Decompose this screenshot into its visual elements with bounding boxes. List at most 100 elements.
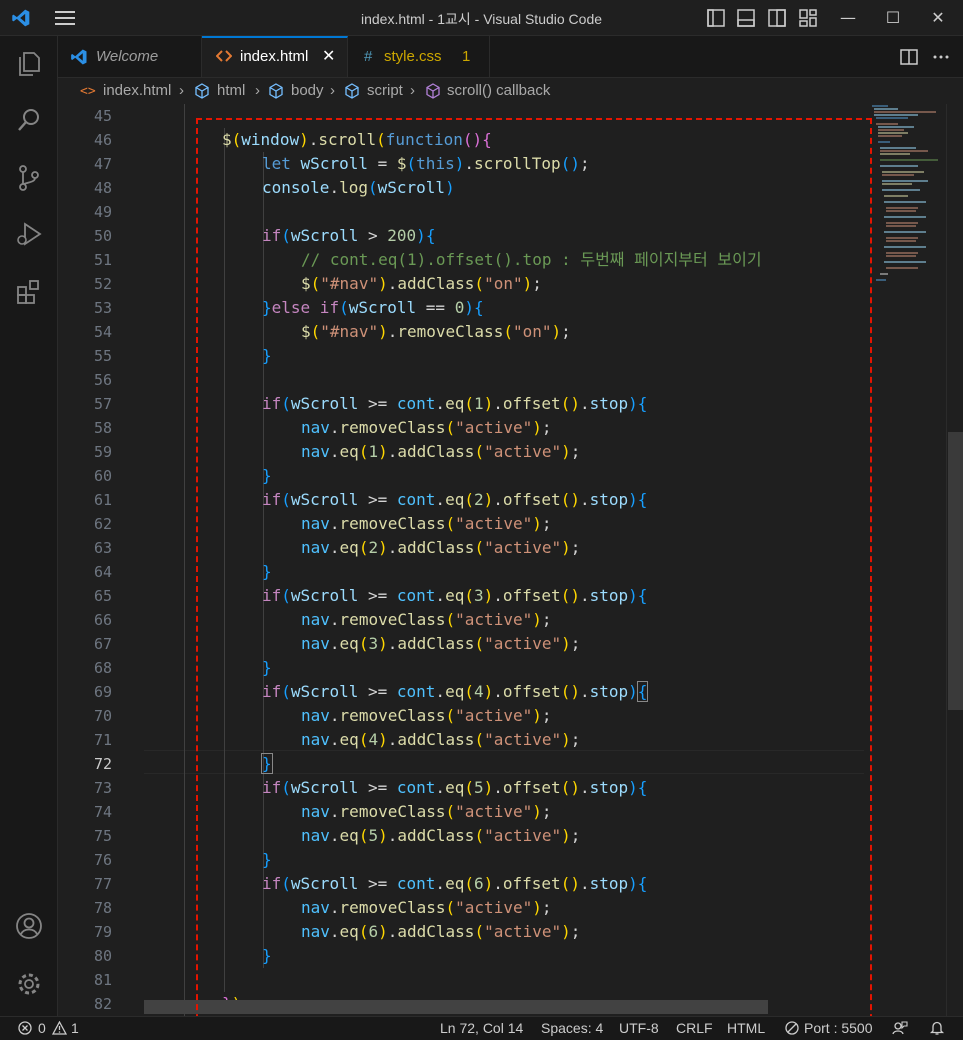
tab-label: index.html xyxy=(240,48,309,65)
breadcrumb-body[interactable]: body xyxy=(291,82,324,99)
line-number: 75 xyxy=(93,827,112,845)
symbol-method-icon xyxy=(426,83,440,99)
code-line: nav.eq(2).addClass("active"); xyxy=(301,538,581,557)
close-tab-icon[interactable]: ✕ xyxy=(322,38,335,76)
code-line: } xyxy=(261,753,273,774)
problems-count: 1 xyxy=(462,48,471,65)
chevron-right-icon: › xyxy=(330,82,335,99)
line-number: 56 xyxy=(93,371,112,389)
language-mode[interactable]: HTML xyxy=(727,1020,765,1036)
search-icon[interactable] xyxy=(13,104,45,136)
code-line: nav.removeClass("active"); xyxy=(301,706,552,725)
line-number: 47 xyxy=(93,155,112,173)
more-actions-icon[interactable] xyxy=(931,47,951,67)
code-line: console.log(wScroll) xyxy=(262,178,455,197)
code-line: }else if(wScroll == 0){ xyxy=(262,298,484,317)
minimize-button[interactable]: — xyxy=(833,6,863,30)
code-line: } xyxy=(262,946,272,965)
vertical-scrollbar[interactable] xyxy=(946,104,963,1016)
vscode-logo-icon xyxy=(12,9,30,27)
html-file-icon: <> xyxy=(80,84,96,99)
code-line: nav.removeClass("active"); xyxy=(301,514,552,533)
tab-style-css[interactable]: # style.css 1 xyxy=(348,36,490,77)
indentation[interactable]: Spaces: 4 xyxy=(541,1020,603,1036)
cursor-position[interactable]: Ln 72, Col 14 xyxy=(440,1020,523,1036)
symbol-element-icon xyxy=(195,83,209,99)
line-number: 68 xyxy=(93,659,112,677)
code-line: // cont.eq(1).offset().top : 두번째 페이지부터 보… xyxy=(301,250,762,269)
line-number: 45 xyxy=(93,107,112,125)
port-icon[interactable] xyxy=(785,1021,799,1035)
encoding[interactable]: UTF-8 xyxy=(619,1020,659,1036)
customize-layout-icon[interactable] xyxy=(796,6,820,30)
line-number: 74 xyxy=(93,803,112,821)
warning-count[interactable]: 1 xyxy=(71,1020,79,1036)
line-number: 52 xyxy=(93,275,112,293)
code-line: nav.removeClass("active"); xyxy=(301,802,552,821)
toggle-primary-sidebar-icon[interactable] xyxy=(704,6,728,30)
settings-gear-icon[interactable] xyxy=(13,968,45,1000)
code-line: nav.eq(1).addClass("active"); xyxy=(301,442,581,461)
chevron-right-icon: › xyxy=(179,82,184,99)
toggle-secondary-sidebar-icon[interactable] xyxy=(765,6,789,30)
code-line: if(wScroll >= cont.eq(1).offset().stop){ xyxy=(262,394,648,413)
line-number: 81 xyxy=(93,971,112,989)
line-number: 76 xyxy=(93,851,112,869)
bell-icon[interactable] xyxy=(929,1020,945,1036)
minimap[interactable] xyxy=(868,104,946,304)
code-line: } xyxy=(262,466,272,485)
toggle-panel-icon[interactable] xyxy=(734,6,758,30)
feedback-icon[interactable] xyxy=(892,1020,908,1036)
code-line: } xyxy=(262,658,272,677)
code-line: nav.eq(6).addClass("active"); xyxy=(301,922,581,941)
line-number: 66 xyxy=(93,611,112,629)
scrollbar-thumb[interactable] xyxy=(948,432,963,710)
source-control-icon[interactable] xyxy=(13,162,45,194)
breadcrumb: <> index.html › html › body › script › s… xyxy=(58,78,963,104)
line-number: 51 xyxy=(93,251,112,269)
code-line: if(wScroll >= cont.eq(5).offset().stop){ xyxy=(262,778,648,797)
chevron-right-icon: › xyxy=(255,82,260,99)
code-line: } xyxy=(262,562,272,581)
line-number: 71 xyxy=(93,731,112,749)
tab-welcome[interactable]: Welcome xyxy=(58,36,202,77)
code-line: if(wScroll >= cont.eq(3).offset().stop){ xyxy=(262,586,648,605)
live-server-port[interactable]: Port : 5500 xyxy=(804,1020,873,1036)
code-line: $("#nav").removeClass("on"); xyxy=(301,322,571,341)
code-editor[interactable]: 45 46 47 48 49 50 51 52 53 54 55 56 57 58 59 60 61 62 63 64… xyxy=(58,104,963,1016)
close-window-button[interactable]: ✕ xyxy=(923,6,953,30)
code-line: $(window).scroll(function(){ xyxy=(222,130,492,149)
breadcrumb-script[interactable]: script xyxy=(367,82,403,99)
line-number: 65 xyxy=(93,587,112,605)
line-number: 55 xyxy=(93,347,112,365)
account-icon[interactable] xyxy=(13,910,45,942)
maximize-button[interactable]: ☐ xyxy=(878,6,908,30)
run-debug-icon[interactable] xyxy=(13,218,45,250)
menu-icon[interactable] xyxy=(54,8,76,28)
line-number: 82 xyxy=(93,995,112,1013)
breadcrumb-file[interactable]: index.html xyxy=(103,82,171,99)
symbol-element-icon xyxy=(269,83,283,99)
error-count[interactable]: 0 xyxy=(38,1020,46,1036)
line-number: 79 xyxy=(93,923,112,941)
breadcrumb-html[interactable]: html xyxy=(217,82,245,99)
line-number: 54 xyxy=(93,323,112,341)
tab-label: Welcome xyxy=(96,48,159,65)
line-number: 53 xyxy=(93,299,112,317)
css-file-icon: # xyxy=(364,48,373,65)
line-number: 46 xyxy=(93,131,112,149)
tab-index-html[interactable]: index.html ✕ xyxy=(202,36,348,77)
horizontal-scrollbar[interactable] xyxy=(144,1000,768,1014)
error-icon[interactable] xyxy=(18,1021,32,1035)
warning-icon[interactable] xyxy=(52,1021,67,1035)
line-number: 80 xyxy=(93,947,112,965)
split-editor-icon[interactable] xyxy=(899,47,919,67)
line-ending[interactable]: CRLF xyxy=(676,1020,713,1036)
html-file-icon xyxy=(216,50,232,62)
extensions-icon[interactable] xyxy=(13,276,45,308)
breadcrumb-callback[interactable]: scroll() callback xyxy=(447,82,550,99)
line-number: 77 xyxy=(93,875,112,893)
explorer-icon[interactable] xyxy=(13,48,45,80)
tab-label: style.css xyxy=(384,48,442,65)
line-number: 67 xyxy=(93,635,112,653)
